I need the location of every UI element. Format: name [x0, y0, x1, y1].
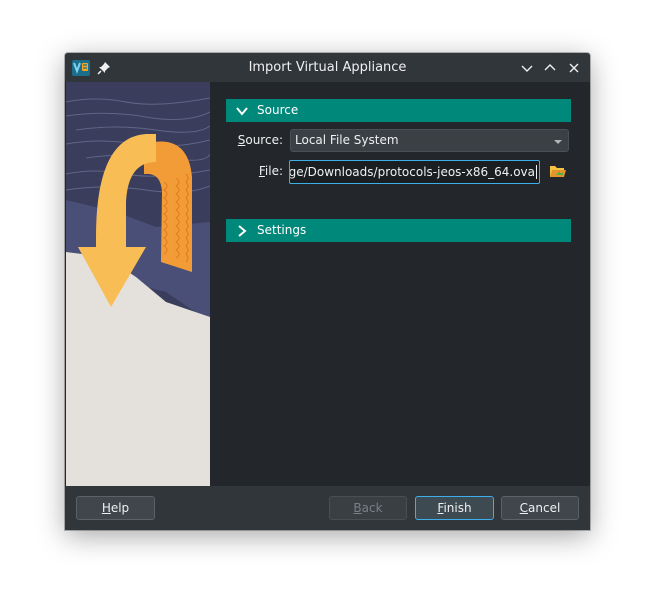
file-field-label: File: — [258, 164, 283, 178]
virtualbox-icon[interactable] — [71, 58, 91, 78]
text-caret — [536, 165, 537, 179]
source-section-header[interactable]: Source — [226, 99, 571, 122]
folder-open-icon[interactable] — [549, 162, 567, 180]
cancel-button[interactable]: Cancel — [501, 496, 579, 520]
help-button[interactable]: Help — [76, 496, 155, 520]
file-path-input[interactable]: rouge/Downloads/protocols-jeos-x86_64.ov… — [289, 160, 540, 184]
source-select-value: Local File System — [295, 133, 399, 147]
chevron-down-icon — [553, 136, 563, 146]
file-path-value: rouge/Downloads/protocols-jeos-x86_64.ov… — [289, 165, 535, 179]
settings-section-header[interactable]: Settings — [226, 219, 571, 242]
source-field-label: Source: — [237, 133, 283, 147]
minimize-icon[interactable] — [518, 59, 536, 77]
chevron-right-icon — [234, 223, 250, 239]
import-appliance-dialog: Import Virtual Appliance Source Source: … — [65, 53, 590, 530]
settings-section-label: Settings — [257, 223, 307, 237]
back-button[interactable]: Back — [329, 496, 407, 520]
wizard-watermark-image — [66, 82, 210, 487]
finish-button[interactable]: Finish — [415, 496, 494, 520]
close-icon[interactable] — [565, 59, 583, 77]
source-select[interactable]: Local File System — [290, 129, 569, 152]
pin-icon[interactable] — [96, 60, 112, 76]
title-bar[interactable]: Import Virtual Appliance — [65, 53, 590, 82]
maximize-icon[interactable] — [541, 59, 559, 77]
window-title: Import Virtual Appliance — [248, 60, 407, 75]
chevron-down-icon — [234, 103, 250, 119]
source-section-label: Source — [257, 103, 299, 117]
